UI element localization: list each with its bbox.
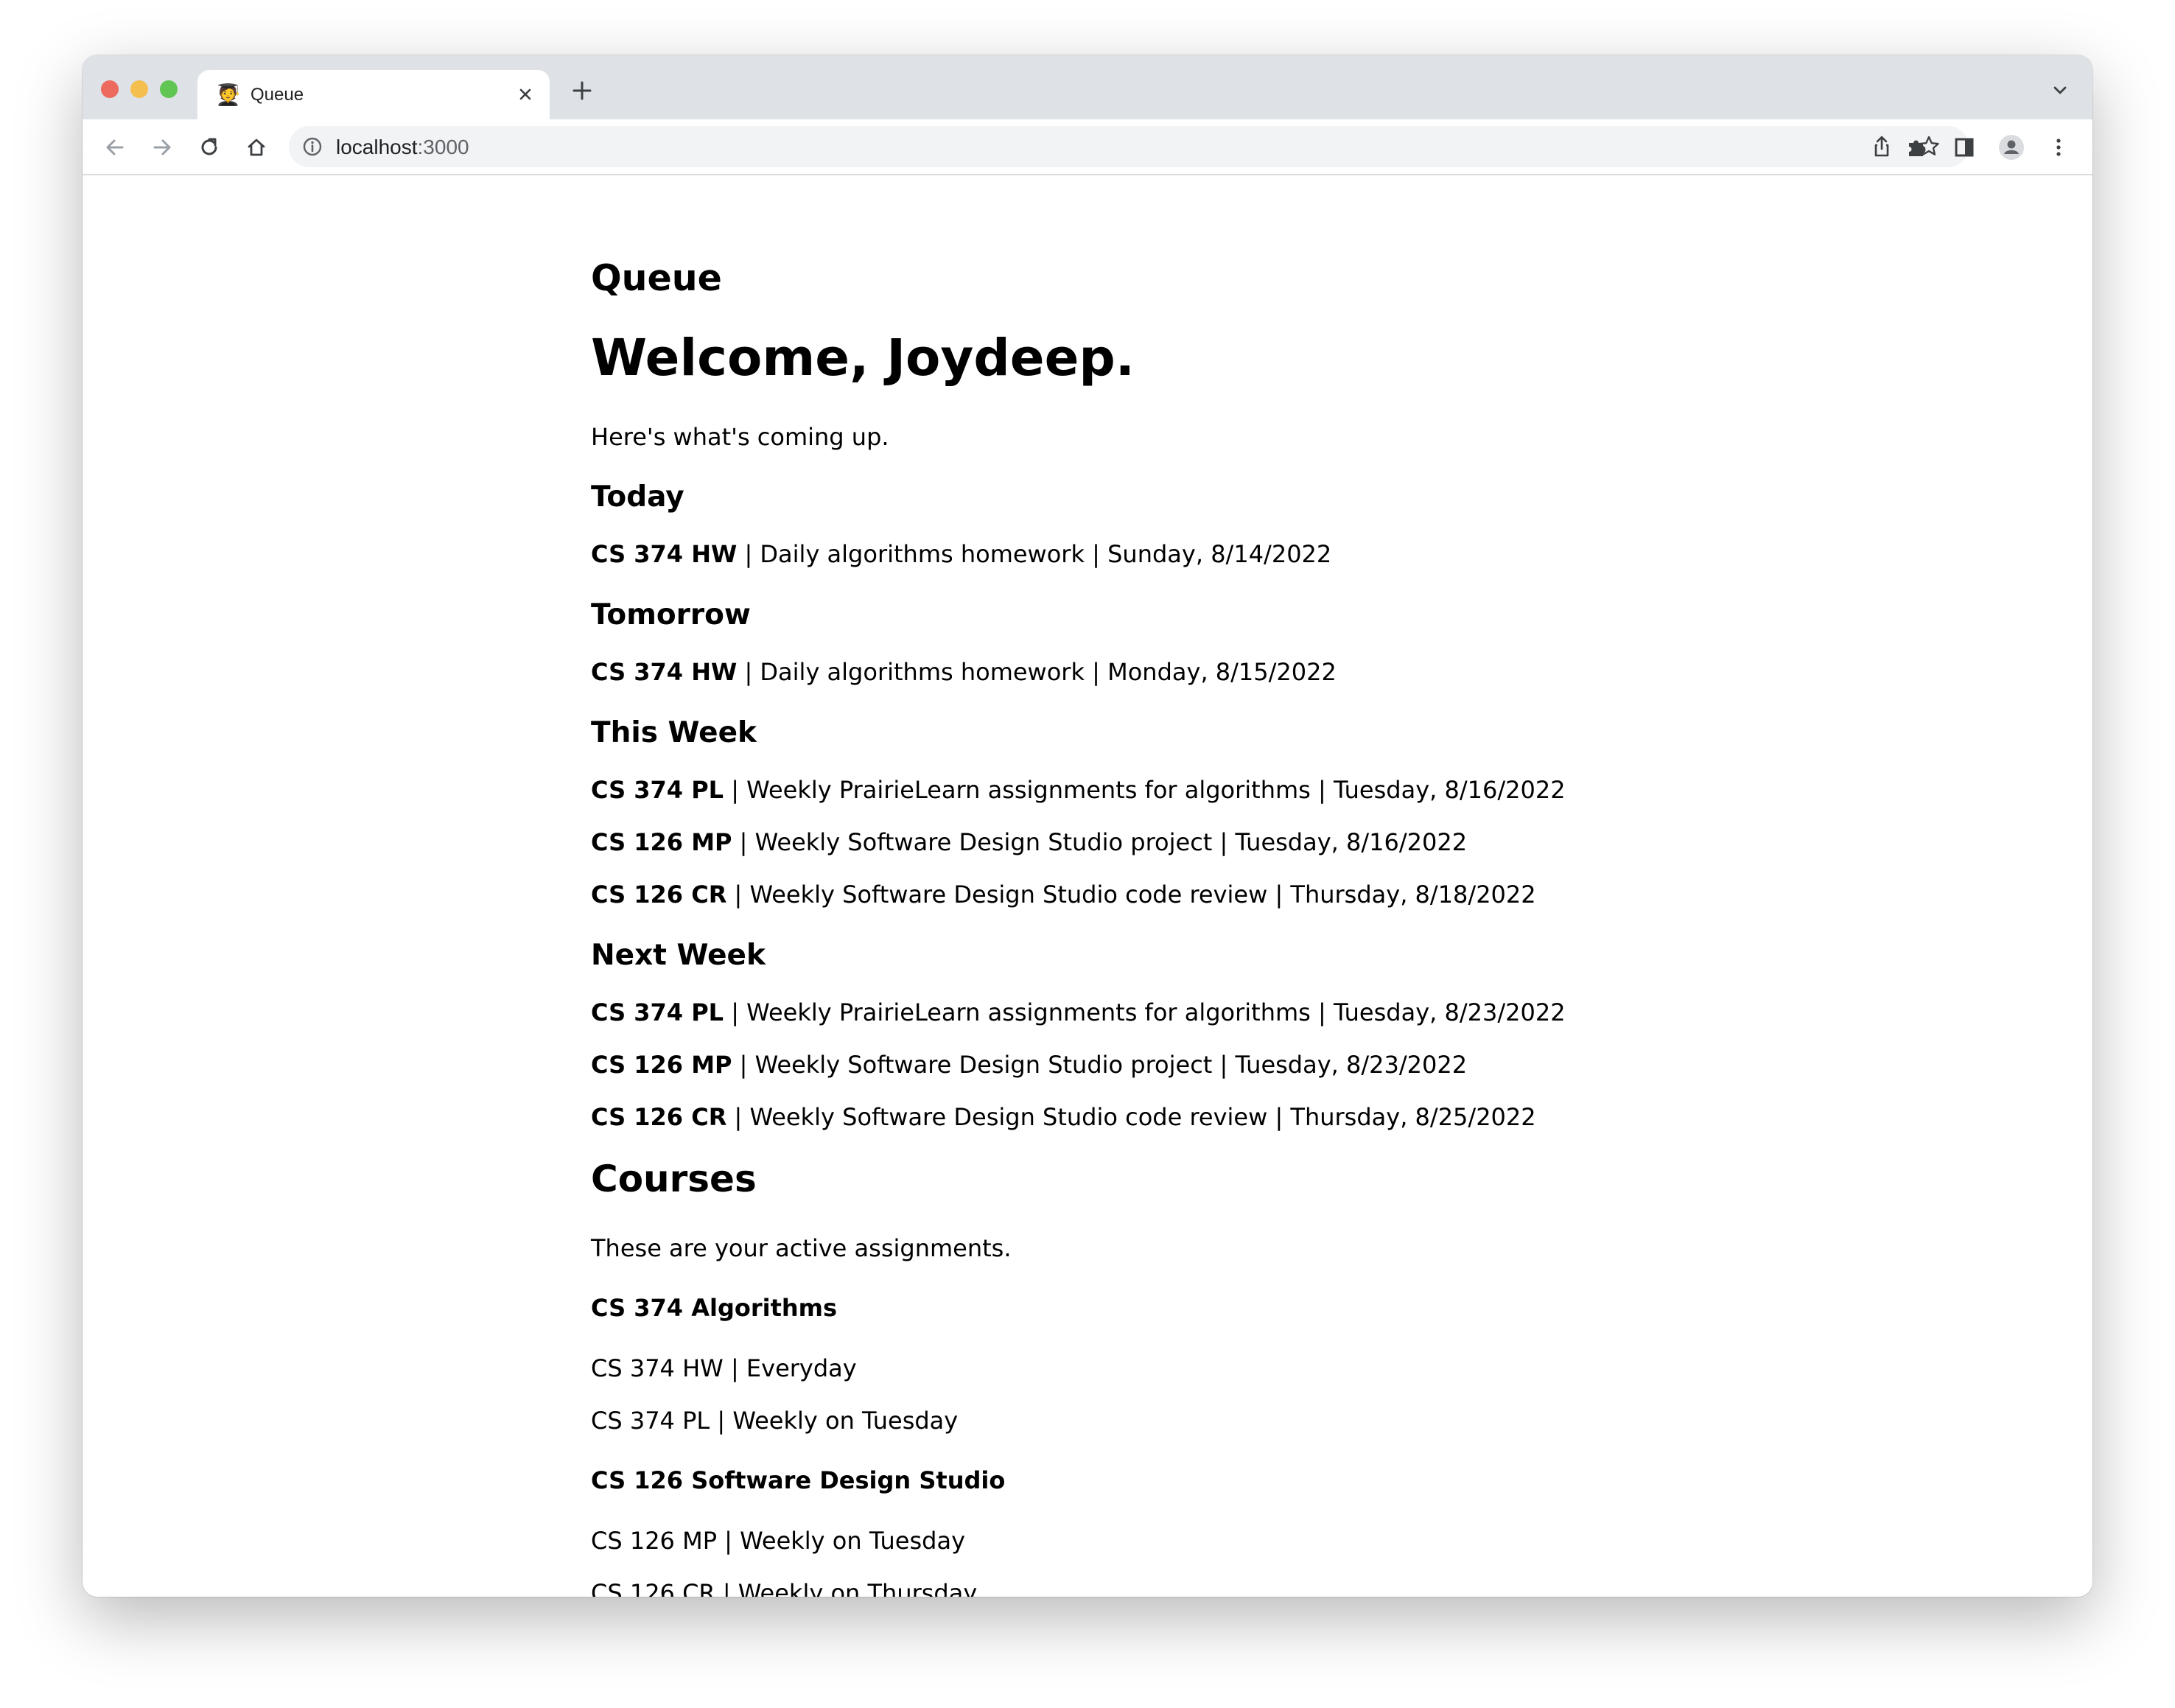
site-title: Queue [591,257,722,299]
courses-intro-text: These are your active assignments. [591,1234,1012,1262]
minimize-window-button[interactable] [130,80,148,98]
assignment-code: CS 126 MP [591,828,732,856]
address-bar[interactable]: localhost:3000 [289,126,1969,167]
assignment-code: CS 374 PL [591,776,724,804]
tab-queue[interactable]: 🧑‍🎓 Queue [197,70,550,119]
student-favicon-icon: 🧑‍🎓 [215,83,241,107]
course-name: CS 126 Software Design Studio [591,1466,1006,1494]
assignment-details: | Weekly Software Design Studio code rev… [726,1103,1536,1131]
section-title-this-week: This Week [591,716,757,749]
section-title-next-week: Next Week [591,939,766,972]
list-item: CS 126 CR | Weekly Software Design Studi… [591,1102,1536,1132]
tab-search-chevron-icon[interactable] [2047,77,2073,104]
close-window-button[interactable] [101,80,119,98]
maximize-window-button[interactable] [160,80,178,98]
assignment-details: | Weekly Software Design Studio project … [732,828,1468,856]
assignment-details: | Daily algorithms homework | Monday, 8/… [737,658,1337,686]
intro-text: Here's what's coming up. [591,423,889,451]
url-text[interactable]: localhost:3000 [336,136,469,159]
extensions-puzzle-icon[interactable] [1902,133,1932,162]
assignment-code: CS 126 MP [591,1051,732,1079]
section-title-tomorrow: Tomorrow [591,598,751,631]
tab-strip: 🧑‍🎓 Queue [83,55,2092,119]
home-icon[interactable] [242,133,271,162]
list-item: CS 374 PL | Weekly PrairieLearn assignme… [591,775,1566,805]
assignment-code: CS 374 HW [591,540,738,568]
list-item: CS 374 PL | Weekly PrairieLearn assignme… [591,998,1566,1027]
assignment-details: | Weekly PrairieLearn assignments for al… [724,998,1566,1026]
back-arrow-icon[interactable] [100,133,130,162]
url-port: :3000 [417,136,469,158]
course-assignment: CS 374 HW | Everyday [591,1354,857,1382]
side-panel-icon[interactable] [1950,133,1979,162]
course-assignment: CS 126 CR | Weekly on Thursday [591,1579,978,1597]
url-host: localhost [336,136,418,158]
course-assignment: CS 374 PL | Weekly on Tuesday [591,1407,959,1435]
site-info-icon[interactable] [302,136,323,157]
course-assignment: CS 126 MP | Weekly on Tuesday [591,1527,965,1555]
list-item: CS 126 MP | Weekly Software Design Studi… [591,827,1467,857]
close-tab-icon[interactable] [513,82,538,107]
list-item: CS 126 MP | Weekly Software Design Studi… [591,1050,1467,1079]
assignment-code: CS 374 PL [591,998,724,1026]
assignment-details: | Weekly Software Design Studio code rev… [726,881,1536,909]
browser-window: 🧑‍🎓 Queue localhos [83,55,2092,1597]
section-title-today: Today [591,480,684,514]
welcome-heading: Welcome, Joydeep. [591,329,1135,388]
assignment-code: CS 126 CR [591,881,727,909]
share-icon[interactable] [1868,133,1895,160]
assignment-code: CS 374 HW [591,658,738,686]
reload-icon[interactable] [195,133,224,162]
profile-avatar-icon[interactable] [1997,133,2026,162]
assignment-details: | Weekly Software Design Studio project … [732,1051,1468,1079]
assignment-details: | Weekly PrairieLearn assignments for al… [724,776,1566,804]
list-item: CS 374 HW | Daily algorithms homework | … [591,657,1337,687]
browser-toolbar: localhost:3000 [83,119,2092,175]
more-menu-icon[interactable] [2044,133,2073,162]
tab-title: Queue [251,85,304,105]
course-name: CS 374 Algorithms [591,1294,838,1322]
new-tab-button[interactable] [566,74,598,107]
forward-arrow-icon[interactable] [147,133,177,162]
assignment-details: | Daily algorithms homework | Sunday, 8/… [737,540,1332,568]
courses-heading: Courses [591,1158,757,1200]
list-item: CS 374 HW | Daily algorithms homework | … [591,539,1331,569]
list-item: CS 126 CR | Weekly Software Design Studi… [591,880,1536,909]
assignment-code: CS 126 CR [591,1103,727,1131]
